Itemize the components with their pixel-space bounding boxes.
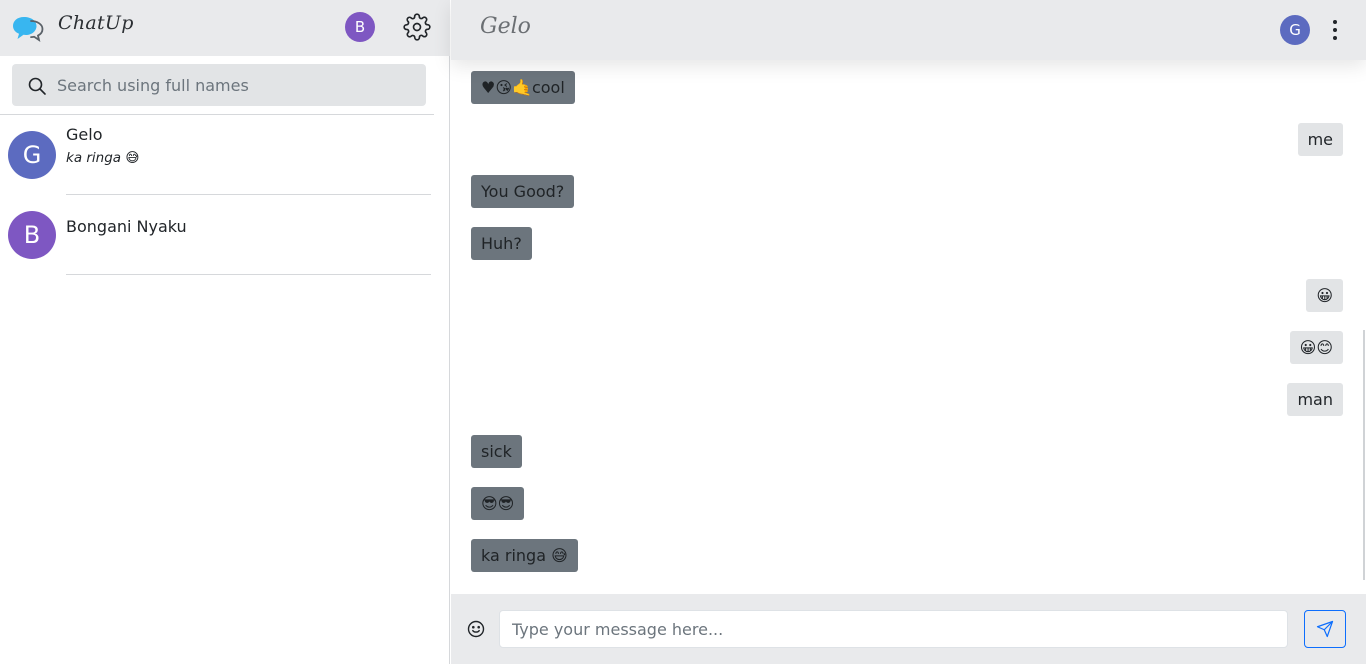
contact-name: Gelo (66, 125, 103, 144)
message-incoming: Huh? (471, 227, 532, 260)
message-outgoing: 😀😊 (1289, 331, 1343, 364)
scrollbar[interactable] (1363, 330, 1365, 580)
more-vertical-icon[interactable] (1329, 18, 1341, 42)
app-title: ChatUp (58, 12, 134, 34)
contact-name: Bongani Nyaku (66, 217, 187, 236)
contact-item-bongani-nyaku[interactable]: B Bongani Nyaku (0, 195, 434, 275)
send-button[interactable] (1304, 610, 1346, 648)
message-incoming: ka ringa 😅 (471, 539, 578, 572)
message-incoming: ♥😘🤙cool (471, 71, 575, 104)
search-icon (28, 77, 46, 95)
chat-bubbles-icon (13, 17, 44, 42)
message-list[interactable]: ♥😘🤙cool me You Good? Huh? 😀 😀😊 man sick … (451, 60, 1366, 594)
contact-item-gelo[interactable]: G Gelo ka ringa 😅 (0, 115, 434, 195)
send-icon (1316, 620, 1334, 638)
sidebar-header: ChatUp B (0, 0, 450, 56)
message-incoming: 😎😎 (471, 487, 525, 520)
last-message-preview: ka ringa 😅 (66, 150, 140, 166)
message-outgoing: me (1297, 123, 1343, 156)
message-outgoing: man (1287, 383, 1343, 416)
search-box (12, 64, 426, 106)
avatar: B (8, 211, 56, 259)
chat-contact-avatar[interactable]: G (1280, 15, 1310, 45)
chat-title: Gelo (480, 14, 531, 39)
message-incoming: sick (471, 435, 522, 468)
message-outgoing: 😀 (1306, 279, 1343, 312)
message-composer (451, 594, 1366, 664)
smiley-icon[interactable] (466, 619, 486, 639)
message-input[interactable] (499, 610, 1288, 648)
sidebar: ChatUp B G Gelo ka ringa 😅 B Bongani Nya… (0, 0, 450, 664)
divider (66, 274, 431, 275)
message-incoming: You Good? (471, 175, 575, 208)
search-input[interactable] (57, 64, 417, 106)
gear-icon[interactable] (403, 13, 431, 41)
chat-header: Gelo G (451, 0, 1366, 60)
current-user-avatar[interactable]: B (345, 12, 375, 42)
avatar: G (8, 131, 56, 179)
